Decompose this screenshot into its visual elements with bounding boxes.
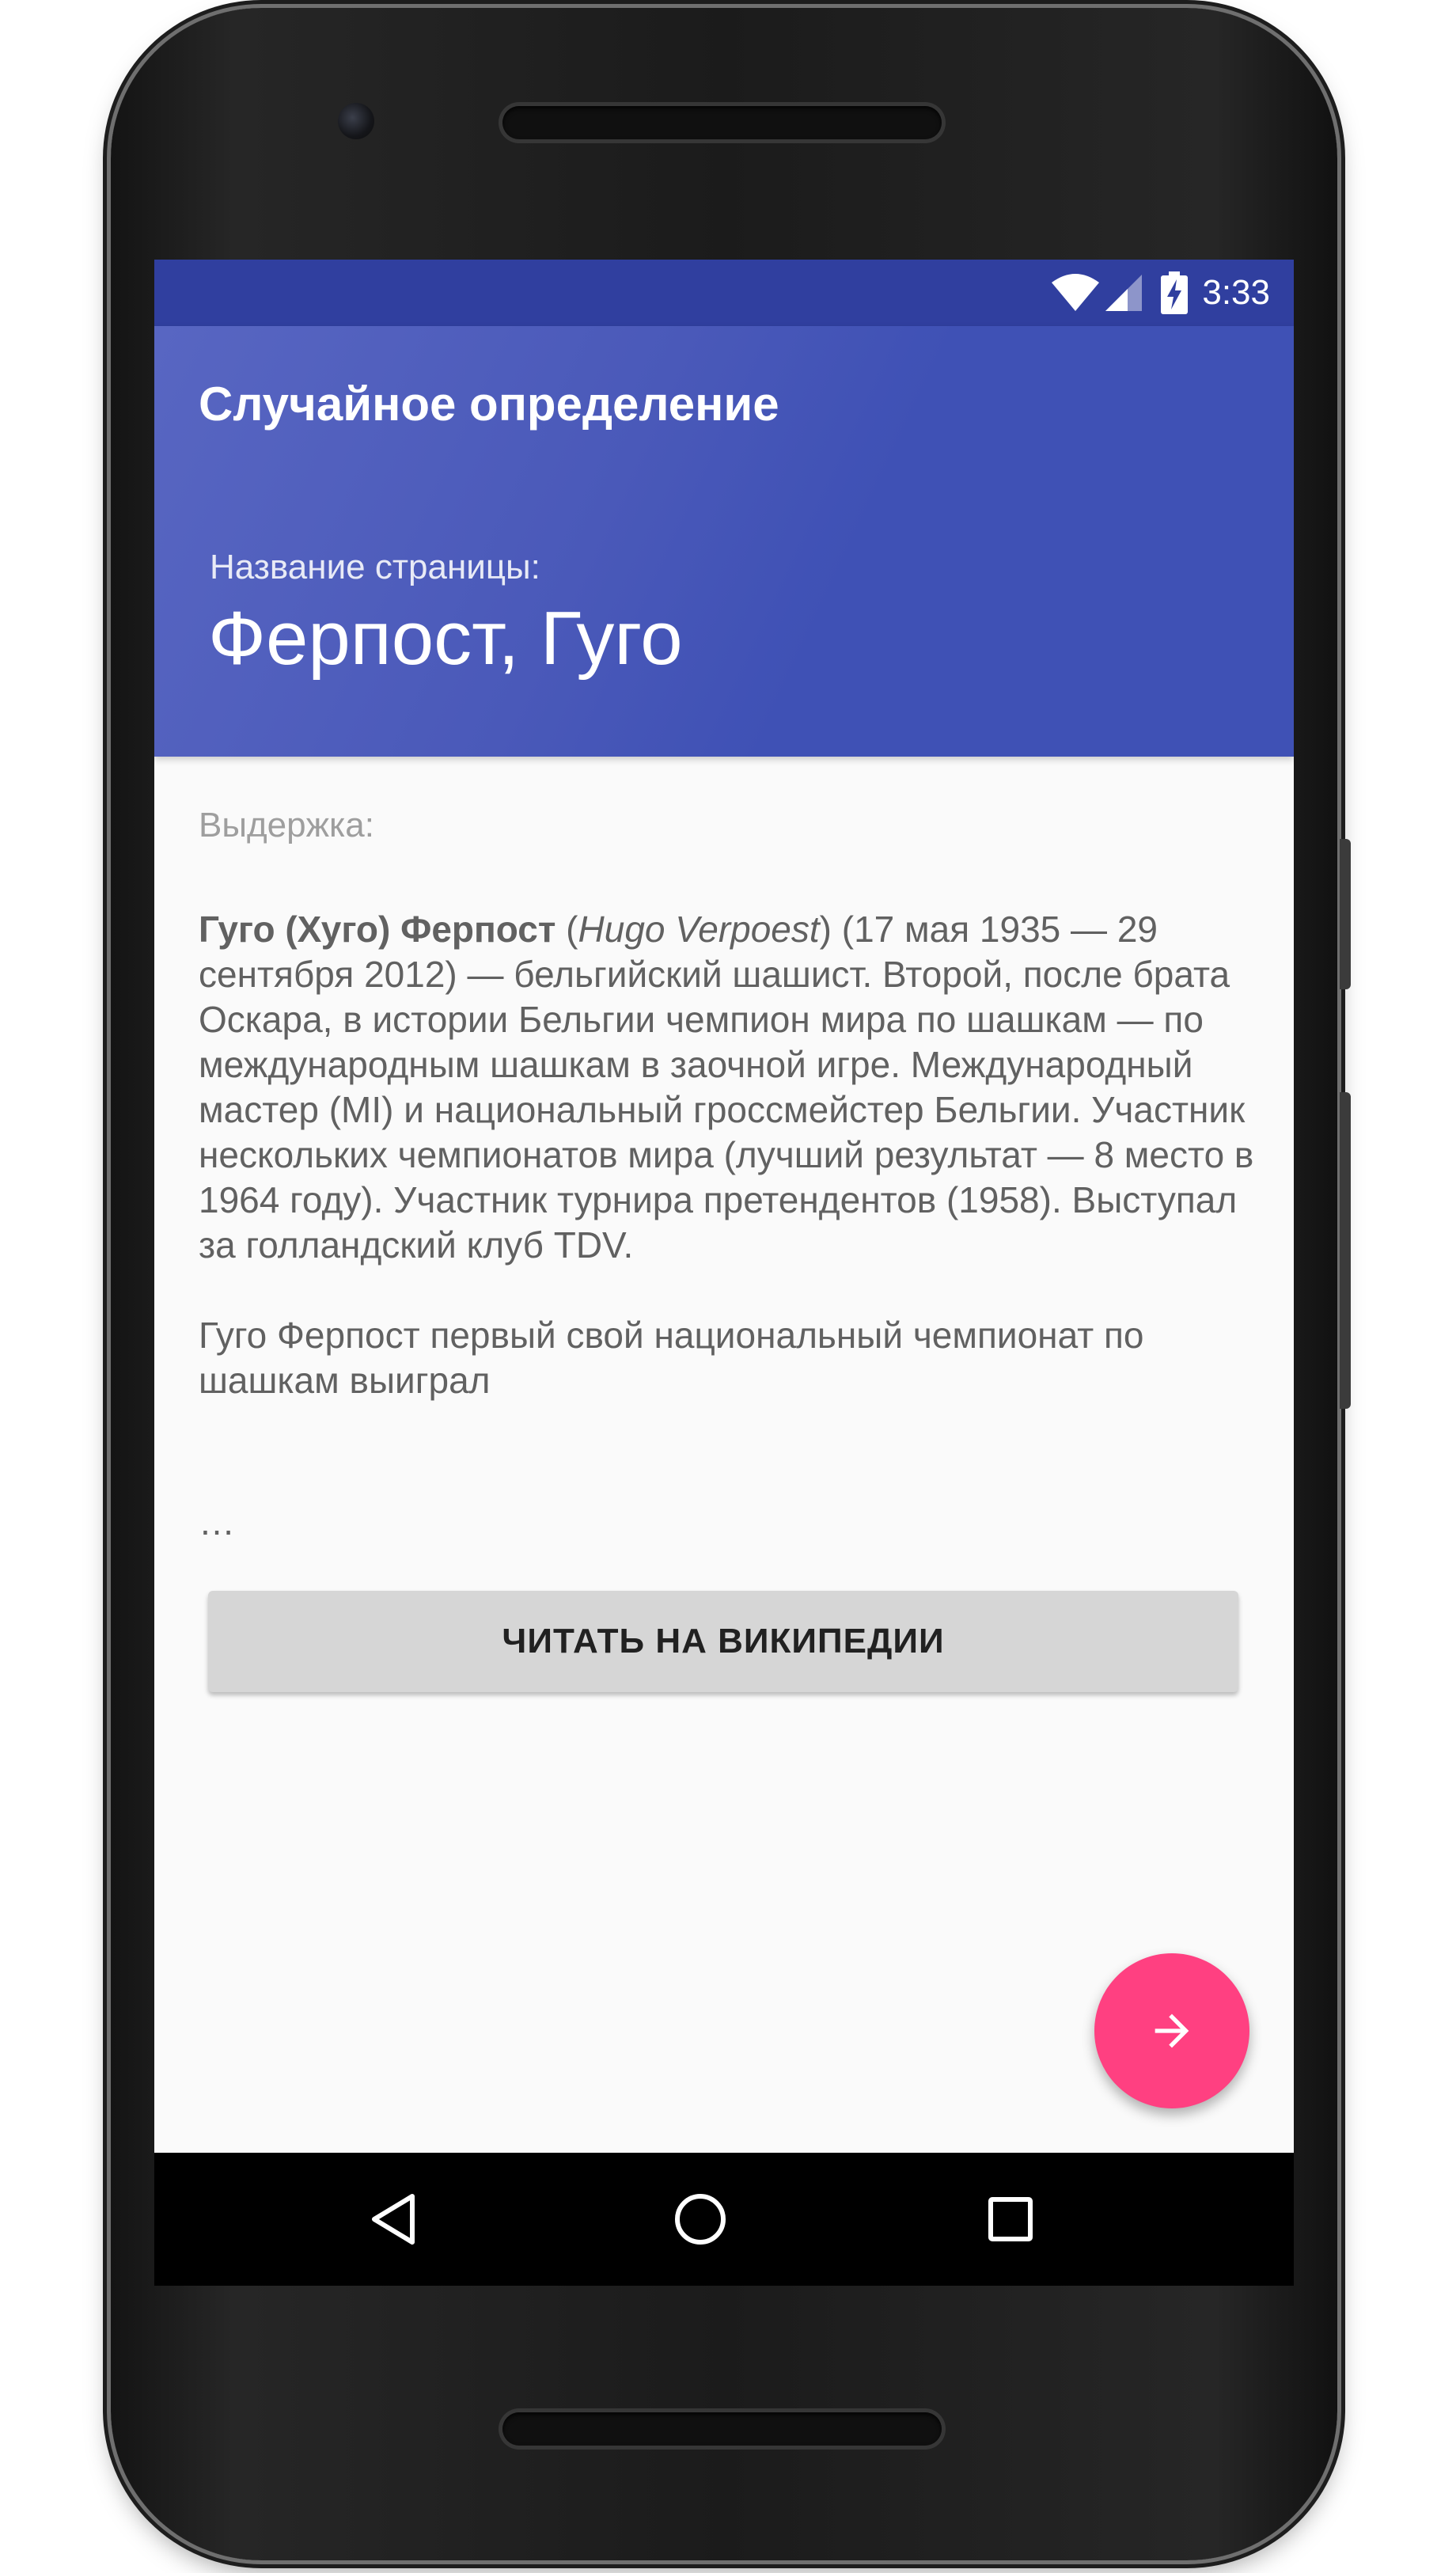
home-icon [675,2194,726,2245]
front-camera [338,103,374,139]
power-button [1340,839,1351,989]
wifi-icon [1052,274,1100,311]
app-header: Случайное определение Название страницы:… [154,326,1294,757]
battery-charging-icon [1161,271,1189,314]
excerpt-paragraph-1: Гуго (Хуго) Ферпост (Hugo Verpoest) (17 … [199,907,1259,1268]
excerpt-text: Гуго (Хуго) Ферпост (Hugo Verpoest) (17 … [199,907,1259,1448]
page-name-label: Название страницы: [210,548,540,586]
bottom-speaker [502,2412,942,2446]
cell-signal-icon [1105,275,1143,311]
excerpt-ellipsis: … [199,1501,235,1543]
excerpt-label: Выдержка: [199,806,374,844]
recents-icon [988,2197,1033,2241]
arrow-forward-icon [1155,2013,1189,2048]
page-name: Ферпост, Гуго [208,596,683,681]
subject-name: Гуго (Хуго) Ферпост [199,909,556,950]
excerpt-paragraph-2: Гуго Ферпост первый свой национальный че… [199,1315,1144,1401]
status-bar: 3:33 [154,260,1294,326]
original-name: Hugo Verpoest [578,909,820,950]
back-button[interactable] [362,2188,425,2251]
volume-button [1340,1092,1351,1409]
back-icon [372,2194,415,2245]
recents-button[interactable] [979,2188,1042,2251]
screen: 3:33 Случайное определение Название стра… [154,260,1294,2286]
status-icons: 3:33 [1052,271,1270,315]
paragraph-1-text: ) (17 мая 1935 — 29 сентября 2012) — бел… [199,909,1254,1266]
status-time: 3:33 [1202,273,1270,312]
read-on-wikipedia-button[interactable]: ЧИТАТЬ НА ВИКИПЕДИИ [208,1591,1238,1692]
home-button[interactable] [669,2188,732,2251]
navigation-bar [154,2153,1294,2286]
app-title: Случайное определение [199,378,779,431]
top-speaker [502,106,942,139]
next-fab[interactable] [1094,1953,1249,2108]
paren-open: ( [555,909,578,950]
